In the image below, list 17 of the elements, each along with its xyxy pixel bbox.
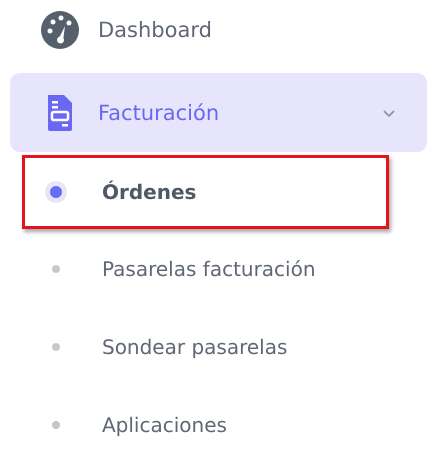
submenu-label: Pasarelas facturación (102, 257, 316, 281)
submenu-item[interactable]: Pasarelas facturación (22, 230, 389, 308)
bullet-icon (50, 186, 62, 198)
bullet-icon (52, 265, 60, 273)
gauge-icon (40, 10, 80, 50)
submenu-label: Aplicaciones (102, 413, 227, 437)
menu-item[interactable]: Facturación (10, 73, 427, 152)
submenu-label: Sondear pasarelas (102, 335, 288, 359)
menu-item-label: Facturación (98, 100, 220, 124)
submenu-label: Órdenes (102, 180, 196, 204)
bullet-icon (52, 421, 60, 429)
bullet-icon (52, 343, 60, 351)
menu-item[interactable]: Dashboard (10, 0, 427, 60)
menu-item-label: Dashboard (98, 18, 213, 42)
submenu-item[interactable]: Órdenes (22, 155, 389, 229)
submenu-item[interactable]: Sondear pasarelas (22, 308, 389, 386)
submenu-item[interactable]: Aplicaciones (22, 386, 389, 461)
